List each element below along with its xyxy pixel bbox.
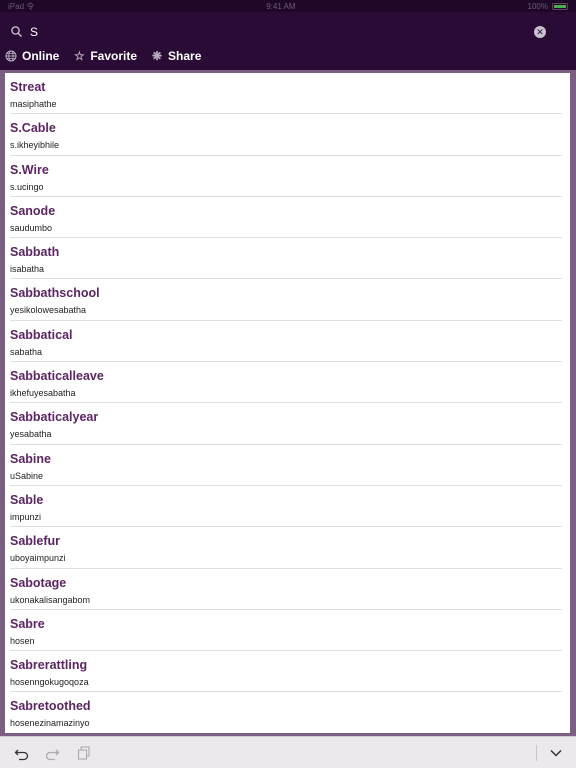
results-list[interactable]: Streat masiphathe S.Cable s.ikheyibhile S.Wi… [5, 73, 570, 733]
entry-translation: yesikolowesabatha [10, 305, 87, 316]
entry-translation: ukonakalisangabom [10, 594, 91, 605]
status-time: 9:41 AM [266, 1, 296, 11]
entry-translation: s.ucingo [10, 181, 44, 192]
entry-translation: yesabatha [10, 429, 52, 440]
entry-translation: saudumbo [10, 222, 53, 233]
results-frame: Streat masiphathe S.Cable s.ikheyibhile S.Wi… [0, 70, 576, 736]
undo-icon[interactable] [14, 745, 30, 761]
entry-word: Sable [10, 492, 44, 507]
list-item[interactable]: Sanode saudumbo [10, 197, 562, 239]
entry-word: Sablefur [10, 534, 61, 549]
list-item[interactable]: S.Cable s.ikheyibhile [10, 114, 562, 156]
entry-word: Sabbaticalyear [10, 410, 99, 425]
list-item[interactable]: Sabine uSabine [10, 445, 562, 486]
list-item[interactable]: Streat masiphathe [10, 73, 562, 115]
search-icon [10, 25, 24, 39]
list-item[interactable]: Sabbathschool yesikolowesabatha [10, 279, 562, 321]
share-button[interactable]: ❋ Share [151, 49, 201, 63]
globe-icon [5, 50, 17, 62]
online-label: Online [22, 49, 60, 63]
entry-word: Sabine [10, 451, 51, 466]
list-item[interactable]: Sable impunzi [10, 486, 562, 528]
chevron-down-icon[interactable] [548, 745, 564, 761]
share-icon: ❋ [152, 49, 163, 63]
entry-word: Sabrerattling [10, 658, 88, 673]
list-item[interactable]: Sabbath isabatha [10, 238, 562, 280]
status-bar: iPad 令 9:41 AM 100% [0, 0, 576, 12]
entry-word: Sabbath [10, 245, 60, 260]
entry-word: Sabbaticalleave [10, 369, 104, 384]
list-item[interactable]: Sablefur uboyaimpunzi [10, 527, 562, 569]
list-item[interactable]: Sabbaticalyear yesabatha [10, 403, 562, 445]
list-item[interactable]: Sabre hosen [10, 610, 562, 652]
search-input[interactable] [30, 25, 534, 39]
toolbar-divider [536, 745, 537, 761]
entry-word: Sabbatical [10, 327, 73, 342]
entry-word: Sabbathschool [10, 286, 100, 301]
share-label: Share [168, 49, 202, 63]
list-item[interactable]: Sabrerattling hosenngokugoqoza [10, 651, 562, 693]
entry-translation: uSabine [10, 470, 44, 481]
favorite-button[interactable]: ☆ Favorite [73, 49, 137, 63]
copy-icon[interactable] [76, 745, 92, 761]
list-item[interactable]: Sabbatical sabatha [10, 321, 562, 363]
redo-icon[interactable] [44, 745, 60, 761]
clear-search-button[interactable]: ✕ [534, 26, 546, 38]
entry-translation: masiphathe [10, 99, 57, 109]
search-bar: ✕ [0, 20, 576, 44]
entry-translation: hosen [10, 635, 35, 646]
entry-translation: hosenngokugoqoza [10, 677, 89, 688]
status-carrier: iPad 令 [8, 1, 35, 11]
entry-word: Sanode [10, 203, 56, 218]
entry-word: S.Cable [10, 121, 56, 136]
entry-translation: uboyaimpunzi [10, 553, 66, 564]
entry-word: S.Wire [10, 162, 49, 177]
favorite-label: Favorite [90, 49, 138, 63]
battery-icon [552, 2, 568, 10]
entry-translation: hosenezinamazinyo [10, 718, 90, 729]
list-item[interactable]: S.Wire s.ucingo [10, 156, 562, 197]
entry-translation: isabatha [10, 264, 45, 275]
entry-word: Sabretoothed [10, 699, 91, 714]
entry-word: Streat [10, 80, 46, 94]
entry-translation: impunzi [10, 511, 42, 522]
battery-percent: 100% [527, 1, 548, 11]
list-item[interactable]: Sabotage ukonakalisangabom [10, 569, 562, 610]
entry-word: Sabre [10, 616, 45, 631]
entry-word: Sabotage [10, 575, 67, 590]
bottom-toolbar [0, 736, 576, 768]
list-item[interactable]: Sabretoothed hosenezinamazinyo [10, 692, 562, 733]
list-item[interactable]: Sabbaticalleave ikhefuyesabatha [10, 362, 562, 404]
star-icon: ☆ [73, 49, 85, 63]
entry-translation: sabatha [10, 346, 43, 357]
online-button[interactable]: Online [5, 49, 59, 63]
status-right: 100% [528, 2, 568, 11]
toolbar: Online ☆ Favorite ❋ Share [0, 44, 576, 68]
entry-translation: s.ikheyibhile [10, 140, 60, 151]
entry-translation: ikhefuyesabatha [10, 388, 76, 399]
